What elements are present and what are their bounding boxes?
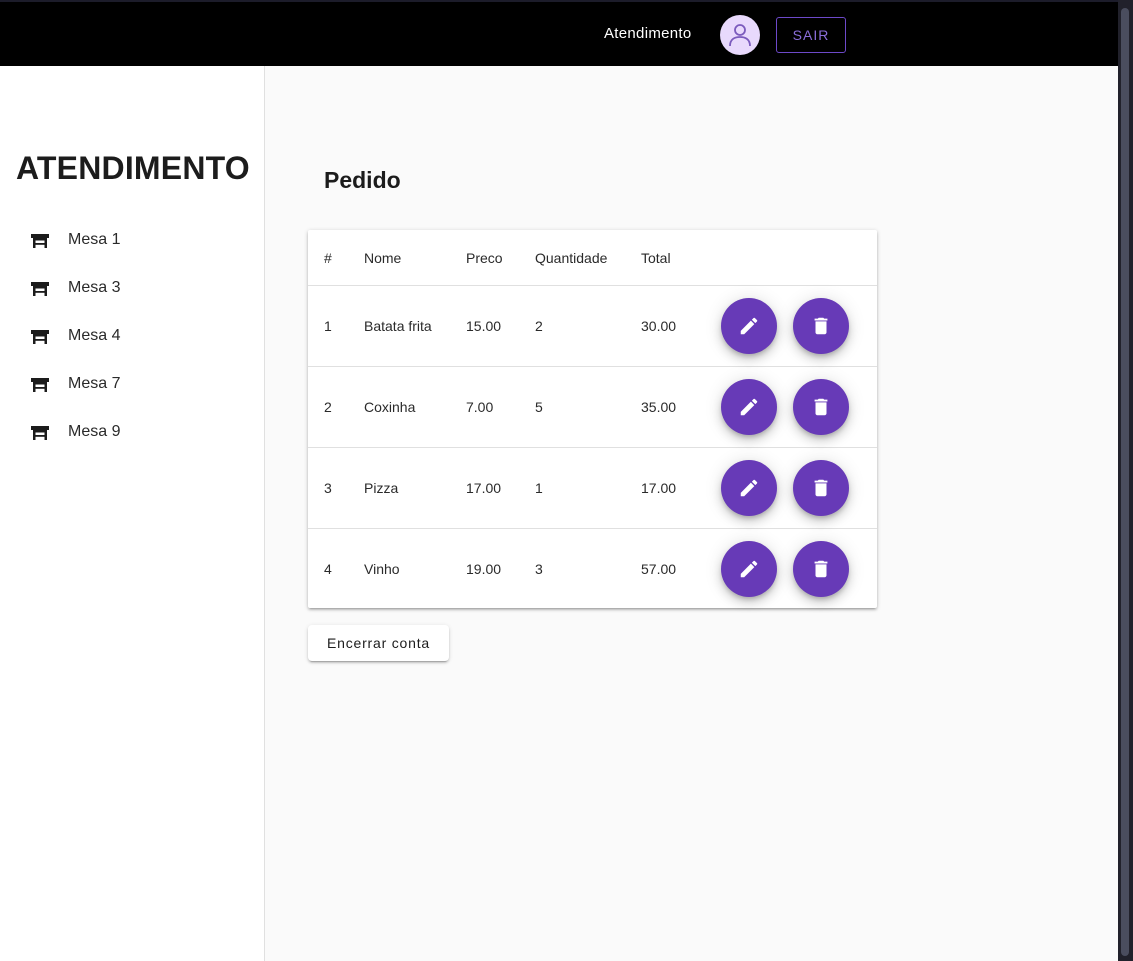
edit-button[interactable] xyxy=(721,460,777,516)
scrollbar[interactable] xyxy=(1118,0,1133,961)
delete-button[interactable] xyxy=(793,298,849,354)
sidebar-item-mesa-3[interactable]: Mesa 3 xyxy=(0,265,264,313)
cell-number: 1 xyxy=(324,318,332,334)
cell-quantity: 5 xyxy=(535,399,543,415)
cell-total: 17.00 xyxy=(641,480,677,496)
sidebar-item-label: Mesa 3 xyxy=(68,279,121,296)
user-icon xyxy=(729,24,751,47)
pencil-icon xyxy=(740,398,758,416)
edit-button[interactable] xyxy=(721,298,777,354)
cell-number: 4 xyxy=(324,561,332,577)
cell-name: Coxinha xyxy=(364,399,416,415)
trash-icon xyxy=(814,560,828,578)
cell-total: 57.00 xyxy=(641,561,677,577)
logout-button[interactable]: SAIR xyxy=(776,17,846,53)
cell-name: Batata frita xyxy=(364,318,432,334)
cell-price: 17.00 xyxy=(466,480,502,496)
cell-quantity: 1 xyxy=(535,480,543,496)
cell-name: Vinho xyxy=(364,561,400,577)
table-row: 2 Coxinha 7.00 5 35.00 xyxy=(308,367,877,448)
delete-button[interactable] xyxy=(793,379,849,435)
table-icon xyxy=(30,375,50,395)
sidebar-item-mesa-1[interactable]: Mesa 1 xyxy=(0,217,264,265)
cell-name: Pizza xyxy=(364,480,399,496)
cell-quantity: 3 xyxy=(535,561,543,577)
cell-number: 2 xyxy=(324,399,332,415)
header-total: Total xyxy=(641,250,671,266)
table-row: 3 Pizza 17.00 1 17.00 xyxy=(308,448,877,529)
header-number: # xyxy=(324,250,332,266)
sidebar-item-label: Mesa 1 xyxy=(68,231,121,248)
header-name: Nome xyxy=(364,250,402,266)
cell-number: 3 xyxy=(324,480,332,496)
user-avatar[interactable] xyxy=(720,15,760,55)
trash-icon xyxy=(814,317,828,335)
top-app-bar: Atendimento SAIR xyxy=(0,0,1118,66)
pencil-icon xyxy=(740,317,758,335)
trash-icon xyxy=(814,398,828,416)
header-quantity: Quantidade xyxy=(535,250,608,266)
table-icon xyxy=(30,279,50,299)
sidebar: ATENDIMENTO Mesa 1 Mesa 3 Mesa 4 Mesa 7 Mesa… xyxy=(0,66,265,961)
table-header-row: # Nome Preco Quantidade Total xyxy=(308,230,877,286)
header-price: Preco xyxy=(466,250,503,266)
table-icon xyxy=(30,327,50,347)
sidebar-item-label: Mesa 7 xyxy=(68,375,121,392)
cell-price: 7.00 xyxy=(466,399,494,415)
sidebar-item-mesa-9[interactable]: Mesa 9 xyxy=(0,409,264,457)
app-bar-title: Atendimento xyxy=(604,25,692,42)
cell-quantity: 2 xyxy=(535,318,543,334)
sidebar-item-mesa-4[interactable]: Mesa 4 xyxy=(0,313,264,361)
cell-total: 30.00 xyxy=(641,318,677,334)
pencil-icon xyxy=(740,479,758,497)
order-table: # Nome Preco Quantidade Total 1 Batata fr… xyxy=(308,230,877,608)
table-icon xyxy=(30,423,50,443)
table-row: 1 Batata frita 15.00 2 30.00 xyxy=(308,286,877,367)
cell-total: 35.00 xyxy=(641,399,677,415)
scrollbar-thumb[interactable] xyxy=(1121,8,1129,956)
sidebar-item-label: Mesa 4 xyxy=(68,327,121,344)
sidebar-item-label: Mesa 9 xyxy=(68,423,121,440)
table-row: 4 Vinho 19.00 3 57.00 xyxy=(308,529,877,609)
page-title: Pedido xyxy=(324,167,401,193)
cell-price: 19.00 xyxy=(466,561,502,577)
delete-button[interactable] xyxy=(793,541,849,597)
trash-icon xyxy=(814,479,828,497)
delete-button[interactable] xyxy=(793,460,849,516)
edit-button[interactable] xyxy=(721,379,777,435)
pencil-icon xyxy=(740,560,758,578)
edit-button[interactable] xyxy=(721,541,777,597)
sidebar-title: ATENDIMENTO xyxy=(16,150,250,186)
cell-price: 15.00 xyxy=(466,318,502,334)
close-account-button[interactable]: Encerrar conta xyxy=(308,625,449,661)
sidebar-item-mesa-7[interactable]: Mesa 7 xyxy=(0,361,264,409)
table-icon xyxy=(30,231,50,251)
